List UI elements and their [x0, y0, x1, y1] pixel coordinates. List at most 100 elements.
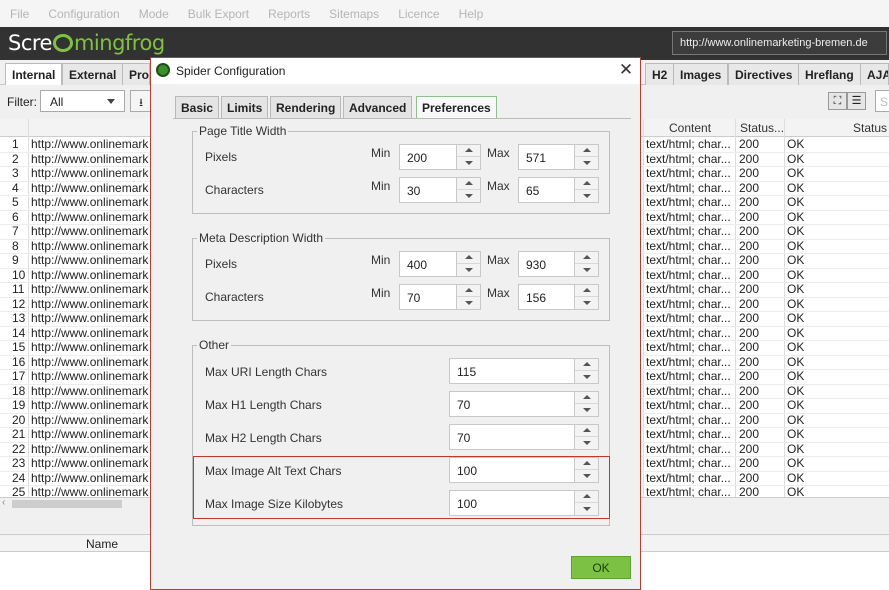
decrement-icon[interactable]	[575, 297, 598, 309]
status-cell: OK	[787, 413, 805, 427]
status-code-cell: 200	[739, 442, 760, 456]
decrement-icon[interactable]	[575, 371, 598, 383]
scroll-left-icon[interactable]: ‹	[2, 497, 5, 508]
tree-view-icon[interactable]: ⛶	[828, 92, 847, 110]
meta-chars-min-stepper[interactable]: 70	[399, 284, 481, 310]
status-cell: OK	[787, 457, 805, 470]
row-number: 5	[12, 196, 19, 209]
tab-preferences[interactable]: Preferences	[416, 96, 497, 118]
export-button[interactable]: ⭳	[130, 90, 152, 112]
increment-icon[interactable]	[457, 178, 480, 190]
menu-help[interactable]: Help	[459, 7, 484, 21]
menu-configuration[interactable]: Configuration	[48, 7, 119, 21]
frog-icon	[156, 63, 170, 77]
tab-hreflang[interactable]: Hreflang	[798, 63, 861, 85]
tab-internal[interactable]: Internal	[5, 63, 63, 85]
row-number: 12	[12, 297, 26, 311]
increment-icon[interactable]	[575, 252, 598, 264]
col-name[interactable]: Name	[86, 537, 118, 551]
menu-reports[interactable]: Reports	[268, 7, 310, 21]
decrement-icon[interactable]	[457, 190, 480, 202]
increment-icon[interactable]	[575, 145, 598, 157]
status-code-cell: 200	[739, 239, 760, 253]
menu-bulk-export[interactable]: Bulk Export	[188, 7, 249, 21]
menu-file[interactable]: File	[10, 7, 29, 21]
col-content[interactable]: Content	[669, 121, 711, 135]
tab-images[interactable]: Images	[673, 63, 729, 85]
max-h1-stepper[interactable]: 70	[449, 391, 599, 417]
content-type-cell: text/html; char...	[646, 297, 731, 311]
url-input[interactable]: http://www.onlinemarketing-bremen.de	[672, 31, 887, 55]
tab-external[interactable]: External	[62, 63, 124, 85]
content-type-cell: text/html; char...	[646, 181, 731, 195]
menu-sitemaps[interactable]: Sitemaps	[329, 7, 379, 21]
title-pixels-min-stepper[interactable]: 200	[399, 144, 481, 170]
decrement-icon[interactable]	[457, 157, 480, 169]
menu-mode[interactable]: Mode	[139, 7, 169, 21]
highlight-box	[193, 456, 610, 519]
characters-label: Characters	[205, 183, 264, 197]
content-type-cell: text/html; char...	[646, 138, 731, 151]
scroll-thumb[interactable]	[12, 500, 122, 508]
max-uri-label: Max URI Length Chars	[205, 365, 328, 379]
decrement-icon[interactable]	[457, 297, 480, 309]
max-h2-stepper[interactable]: 70	[449, 424, 599, 450]
search-input[interactable]: S	[875, 90, 889, 112]
increment-icon[interactable]	[457, 252, 480, 264]
filter-select[interactable]: All	[40, 90, 125, 112]
increment-icon[interactable]	[575, 178, 598, 190]
status-cell: OK	[787, 370, 805, 383]
increment-icon[interactable]	[457, 285, 480, 297]
decrement-icon[interactable]	[575, 404, 598, 416]
increment-icon[interactable]	[575, 285, 598, 297]
url-cell: http://www.onlinemark	[31, 283, 149, 296]
dialog-title: Spider Configuration	[176, 64, 286, 78]
tab-h2[interactable]: H2	[645, 63, 675, 85]
decrement-icon[interactable]	[575, 437, 598, 449]
decrement-icon[interactable]	[457, 264, 480, 276]
status-code-cell: 200	[739, 152, 760, 166]
increment-icon[interactable]	[575, 425, 598, 437]
content-type-cell: text/html; char...	[646, 355, 731, 369]
title-chars-max-stepper[interactable]: 65	[518, 177, 599, 203]
tab-ajax[interactable]: AJA	[860, 63, 889, 85]
row-number: 6	[12, 210, 19, 224]
increment-icon[interactable]	[575, 392, 598, 404]
col-status-code[interactable]: Status...	[740, 121, 784, 135]
decrement-icon[interactable]	[575, 190, 598, 202]
tab-directives[interactable]: Directives	[728, 63, 800, 85]
meta-pixels-min-stepper[interactable]: 400	[399, 251, 481, 277]
status-code-cell: 200	[739, 384, 760, 398]
tab-basic[interactable]: Basic	[175, 96, 220, 118]
url-cell: http://www.onlinemark	[31, 442, 149, 456]
menu-licence[interactable]: Licence	[398, 7, 439, 21]
url-cell: http://www.onlinemark	[31, 312, 149, 325]
tab-protocol[interactable]: Pro	[122, 63, 150, 85]
decrement-icon[interactable]	[575, 157, 598, 169]
max-label: Max	[487, 253, 510, 267]
list-view-icon[interactable]: ☰	[847, 92, 866, 110]
tab-advanced[interactable]: Advanced	[343, 96, 413, 118]
close-icon[interactable]: ✕	[617, 60, 635, 80]
row-number: 22	[12, 442, 26, 456]
title-pixels-max-stepper[interactable]: 571	[518, 144, 599, 170]
url-cell: http://www.onlinemark	[31, 210, 149, 224]
increment-icon[interactable]	[457, 145, 480, 157]
content-type-cell: text/html; char...	[646, 413, 731, 427]
col-status[interactable]: Status	[853, 121, 887, 135]
app-logo: Scre mingfrog	[8, 31, 165, 55]
ok-button[interactable]: OK	[571, 556, 631, 579]
increment-icon[interactable]	[575, 359, 598, 371]
max-uri-stepper[interactable]: 115	[449, 358, 599, 384]
status-cell: OK	[787, 152, 805, 166]
meta-chars-max-stepper[interactable]: 156	[518, 284, 599, 310]
status-code-cell: 200	[739, 428, 760, 441]
tab-limits[interactable]: Limits	[221, 96, 269, 118]
meta-pixels-max-stepper[interactable]: 930	[518, 251, 599, 277]
tab-rendering[interactable]: Rendering	[270, 96, 342, 118]
pixels-label: Pixels	[205, 257, 238, 271]
title-chars-min-stepper[interactable]: 30	[399, 177, 481, 203]
decrement-icon[interactable]	[575, 264, 598, 276]
status-cell: OK	[787, 225, 805, 238]
content-type-cell: text/html; char...	[646, 239, 731, 253]
